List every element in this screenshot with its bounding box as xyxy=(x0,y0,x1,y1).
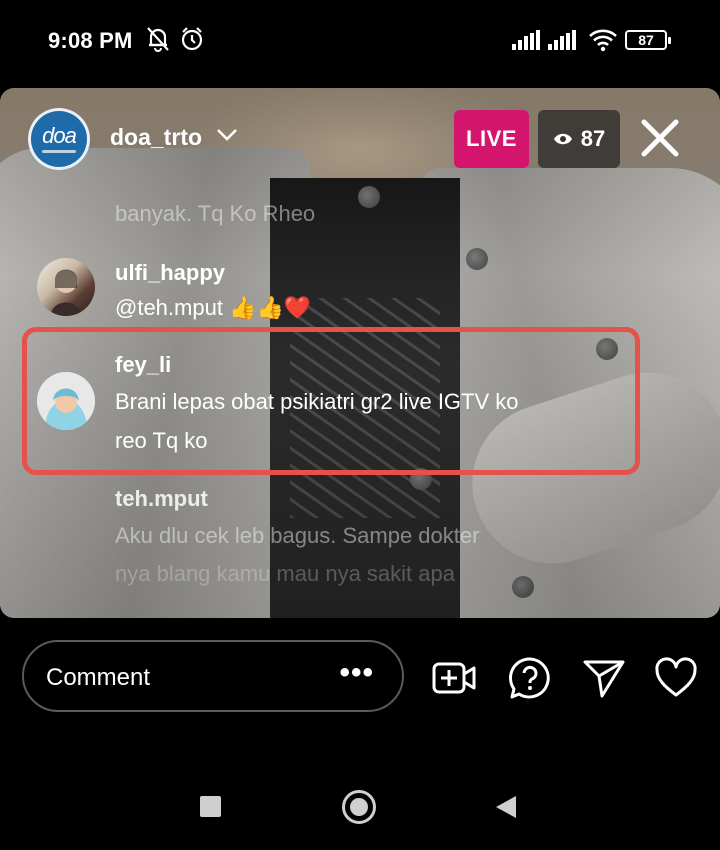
close-icon[interactable] xyxy=(640,118,680,158)
comment-username[interactable]: fey_li xyxy=(115,352,171,378)
comment-text-line: reo Tq ko xyxy=(115,428,208,453)
signal-icon xyxy=(512,30,540,50)
avatar-photo xyxy=(37,372,95,430)
live-badge: LIVE xyxy=(454,110,529,168)
status-bar: 9:08 PM 87 xyxy=(0,0,720,80)
host-logo: doa xyxy=(42,123,77,148)
host-logo-line xyxy=(42,150,76,153)
comment-text-line: Brani lepas obat psikiatri gr2 live IGTV… xyxy=(115,389,519,414)
comment-username[interactable]: teh.mput xyxy=(115,486,208,512)
status-time: 9:08 PM xyxy=(48,28,133,53)
wifi-icon xyxy=(589,29,617,52)
viewer-count-badge[interactable]: 87 xyxy=(538,110,620,168)
alarm-icon xyxy=(181,27,203,51)
send-icon[interactable] xyxy=(582,656,626,700)
comment-placeholder: Comment xyxy=(46,664,151,691)
question-icon[interactable] xyxy=(508,656,552,700)
battery-icon: 87 xyxy=(625,30,671,50)
host-username[interactable]: doa_trto xyxy=(110,124,202,151)
more-options-button[interactable]: ••• xyxy=(339,656,374,690)
avatar[interactable] xyxy=(37,258,95,316)
home-button[interactable] xyxy=(342,790,376,824)
heart-icon[interactable] xyxy=(654,656,698,700)
chevron-down-icon[interactable] xyxy=(216,128,238,142)
comment-text: @teh.mput 👍👍❤️ xyxy=(115,295,312,320)
bell-off-icon xyxy=(147,27,169,52)
back-button[interactable] xyxy=(496,796,516,818)
avatar-photo xyxy=(51,269,81,316)
comment-input[interactable]: Comment ••• xyxy=(22,640,404,712)
viewer-count: 87 xyxy=(580,126,606,151)
comment-username[interactable]: ulfi_happy xyxy=(115,260,225,286)
host-avatar[interactable]: doa xyxy=(28,108,90,170)
avatar[interactable] xyxy=(37,372,95,430)
eye-icon xyxy=(553,133,572,145)
comment-text-line: Aku dlu cek leb bagus. Sampe dokter xyxy=(115,523,480,548)
comment-text: banyak. Tq Ko Rheo xyxy=(115,201,316,226)
comment-text-line: nya blang kamu mau nya sakit apa xyxy=(115,561,455,586)
recents-button[interactable] xyxy=(200,796,221,817)
add-video-icon[interactable] xyxy=(432,656,476,700)
signal-icon xyxy=(548,30,576,50)
